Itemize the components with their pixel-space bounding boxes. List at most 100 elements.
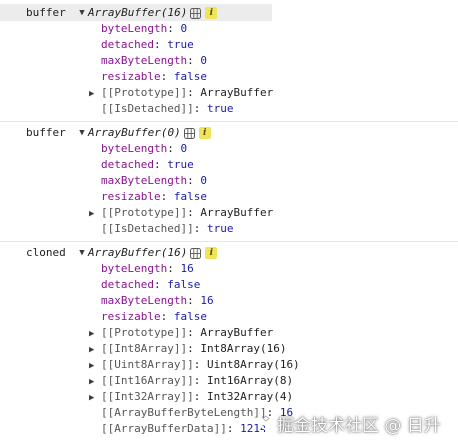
property-colon: :	[193, 358, 207, 371]
internal-key: [[ArrayBufferData]]	[101, 422, 227, 435]
property-colon: :	[153, 158, 168, 171]
property-key: detached	[101, 38, 154, 51]
property-row: detached: false	[101, 277, 200, 293]
internal-key[interactable]: [[Prototype]]	[101, 86, 187, 99]
internal-key[interactable]: [[Uint8Array]]	[101, 358, 194, 371]
watermark-text: 掘金技术社区 @ 日升	[277, 415, 441, 436]
property-row: detached: true	[101, 157, 194, 173]
property-colon: :	[167, 22, 181, 35]
grid-icon[interactable]	[190, 7, 202, 19]
property-colon: :	[167, 262, 181, 275]
property-colon: :	[187, 174, 201, 187]
internal-row-expandable[interactable]: ▶ [[Prototype]]: ArrayBuffer	[89, 325, 273, 341]
property-row: detached: true	[101, 37, 194, 53]
log-label: buffer	[26, 6, 66, 19]
property-key: byteLength	[101, 262, 168, 275]
info-icon[interactable]: i	[205, 247, 218, 259]
property-key: resizable	[101, 190, 161, 203]
property-colon: :	[187, 86, 201, 99]
property-row: maxByteLength: 16	[101, 293, 214, 309]
object-header[interactable]: ▼ ArrayBuffer(0) i	[76, 125, 211, 141]
collapsed-triangle-icon[interactable]: ▶	[89, 86, 101, 102]
object-preview[interactable]: ArrayBuffer(0)	[88, 125, 181, 141]
internal-key[interactable]: [[Prototype]]	[101, 326, 187, 339]
internal-row-expandable[interactable]: ▶ [[Prototype]]: ArrayBuffer	[89, 205, 273, 221]
juejin-logo-icon	[258, 415, 274, 431]
property-colon: :	[160, 190, 174, 203]
console-entry-buffer-1: buffer ▼ ArrayBuffer(16) i byteLength: 0…	[0, 4, 458, 118]
object-header[interactable]: ▼ ArrayBuffer(16) i	[76, 245, 218, 261]
property-value: false	[173, 310, 207, 323]
internal-row-expandable[interactable]: ▶ [[Int16Array]]: Int16Array(8)	[89, 373, 293, 389]
collapsed-triangle-icon[interactable]: ▶	[89, 326, 101, 342]
internal-key[interactable]: [[Int16Array]]	[101, 374, 194, 387]
property-value: false	[173, 190, 207, 203]
internal-key: [[IsDetached]]	[101, 222, 194, 235]
internal-key: [[ArrayBufferByteLength]]	[101, 406, 267, 419]
internal-value: ArrayBuffer	[200, 86, 274, 99]
property-value: 16	[180, 262, 194, 275]
log-label: buffer	[26, 126, 66, 139]
property-row: maxByteLength: 0	[101, 53, 207, 69]
property-row: resizable: false	[101, 189, 207, 205]
property-value: 0	[200, 54, 207, 67]
collapsed-triangle-icon[interactable]: ▶	[89, 374, 101, 390]
property-row: byteLength: 0	[101, 21, 187, 37]
expanded-triangle-icon[interactable]: ▼	[76, 5, 88, 21]
property-row: byteLength: 16	[101, 261, 194, 277]
property-colon: :	[226, 422, 241, 435]
grid-icon[interactable]	[190, 247, 202, 259]
property-value: 0	[200, 174, 207, 187]
property-key: resizable	[101, 310, 161, 323]
collapsed-triangle-icon[interactable]: ▶	[89, 342, 101, 358]
object-preview[interactable]: ArrayBuffer(16)	[88, 245, 187, 261]
internal-key[interactable]: [[Int32Array]]	[101, 390, 194, 403]
internal-row-expandable[interactable]: ▶ [[Int8Array]]: Int8Array(16)	[89, 341, 286, 357]
property-colon: :	[160, 70, 174, 83]
property-row: resizable: false	[101, 69, 207, 85]
internal-value: Int16Array(8)	[206, 374, 294, 387]
property-colon: :	[187, 206, 201, 219]
property-key: byteLength	[101, 22, 168, 35]
info-icon[interactable]: i	[198, 127, 211, 139]
expanded-triangle-icon[interactable]: ▼	[76, 245, 88, 261]
property-row: resizable: false	[101, 309, 207, 325]
log-label: cloned	[26, 246, 66, 259]
internal-row: [[ArrayBufferData]]: 1214	[101, 421, 267, 437]
property-key: detached	[101, 278, 154, 291]
internal-value: Int8Array(16)	[200, 342, 287, 355]
property-colon: :	[160, 310, 174, 323]
property-row: maxByteLength: 0	[101, 173, 207, 189]
property-value: 0	[180, 22, 188, 35]
expanded-triangle-icon[interactable]: ▼	[76, 125, 88, 141]
collapsed-triangle-icon[interactable]: ▶	[89, 206, 101, 222]
internal-key[interactable]: [[Prototype]]	[101, 206, 187, 219]
property-colon: :	[187, 342, 201, 355]
property-key: maxByteLength	[101, 174, 188, 187]
internal-row-expandable[interactable]: ▶ [[Int32Array]]: Int32Array(4)	[89, 389, 293, 405]
property-value: true	[167, 158, 194, 171]
property-colon: :	[153, 38, 168, 51]
property-value: 0	[180, 142, 188, 155]
property-value: false	[173, 70, 207, 83]
internal-value: ArrayBuffer	[200, 206, 274, 219]
property-colon: :	[193, 102, 207, 115]
property-key: resizable	[101, 70, 161, 83]
log-separator	[0, 241, 458, 242]
info-icon[interactable]: i	[205, 7, 218, 19]
property-colon: :	[193, 390, 207, 403]
internal-row-expandable[interactable]: ▶ [[Prototype]]: ArrayBuffer	[89, 85, 273, 101]
object-preview[interactable]: ArrayBuffer(16)	[88, 5, 187, 21]
grid-icon[interactable]	[183, 127, 195, 139]
watermark: 掘金技术社区 @ 日升	[258, 410, 441, 436]
property-key: byteLength	[101, 142, 168, 155]
console-entry-buffer-2: buffer ▼ ArrayBuffer(0) i byteLength: 0 …	[0, 124, 458, 238]
property-key: maxByteLength	[101, 294, 188, 307]
collapsed-triangle-icon[interactable]: ▶	[89, 358, 101, 374]
property-value: true	[167, 38, 194, 51]
collapsed-triangle-icon[interactable]: ▶	[89, 390, 101, 406]
internal-value: ArrayBuffer	[200, 326, 274, 339]
object-header[interactable]: ▼ ArrayBuffer(16) i	[76, 5, 218, 21]
internal-row-expandable[interactable]: ▶ [[Uint8Array]]: Uint8Array(16)	[89, 357, 300, 373]
internal-key[interactable]: [[Int8Array]]	[101, 342, 187, 355]
